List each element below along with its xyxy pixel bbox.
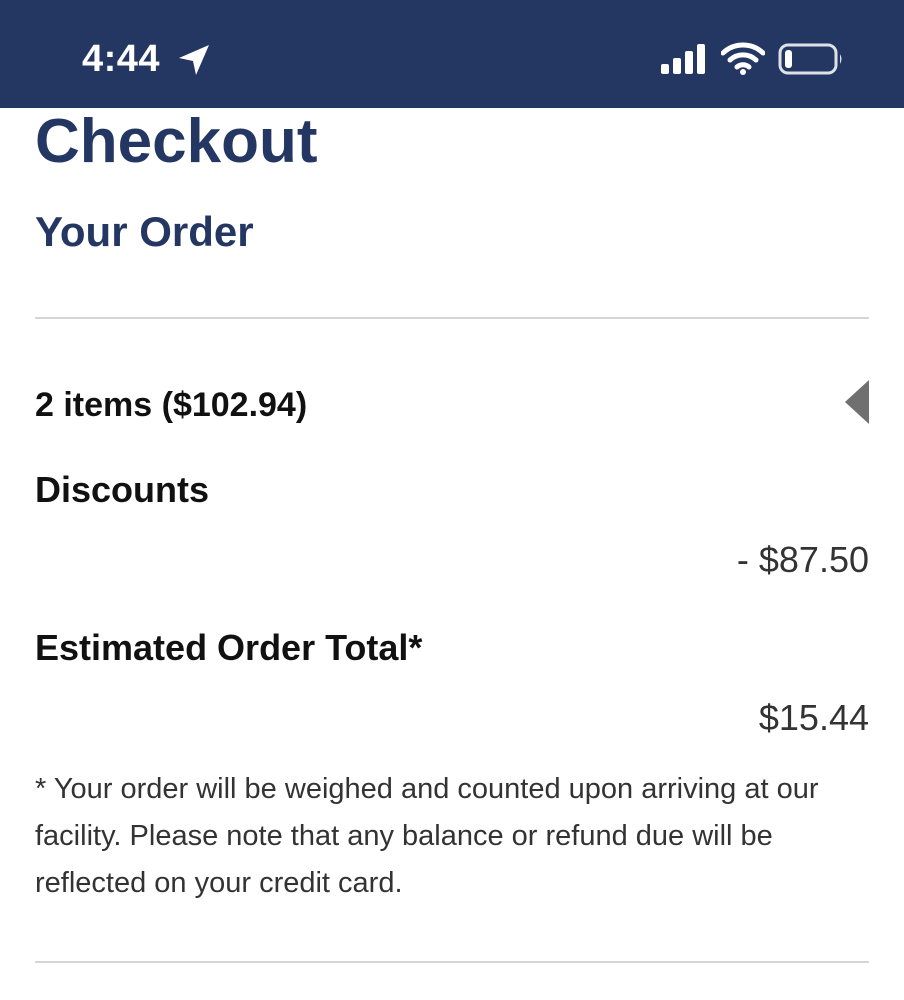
items-summary: 2 items ($102.94) [35, 386, 308, 424]
status-bar: 4:44 [0, 0, 904, 108]
estimated-total-label: Estimated Order Total* [35, 627, 423, 668]
status-time: 4:44 [82, 38, 161, 80]
discounts-label: Discounts [35, 469, 210, 510]
wifi-icon [721, 42, 765, 75]
cellular-signal-icon [661, 44, 705, 74]
checkout-page: Checkout Your Order 2 items ($102.94) Di… [0, 108, 904, 1000]
discounts-value: - $87.50 [736, 539, 869, 580]
battery-low-icon [778, 43, 842, 75]
your-order-heading: Your Order [35, 208, 254, 255]
page-title: Checkout [35, 107, 318, 176]
location-arrow-icon [179, 45, 209, 75]
caret-left-icon[interactable] [845, 378, 869, 426]
order-weighing-note: * Your order will be weighed and counted… [35, 773, 819, 899]
order-items-row[interactable]: 2 items ($102.94) [35, 378, 869, 430]
divider [35, 317, 869, 319]
divider [35, 961, 869, 963]
estimated-total-value: $15.44 [758, 697, 869, 738]
